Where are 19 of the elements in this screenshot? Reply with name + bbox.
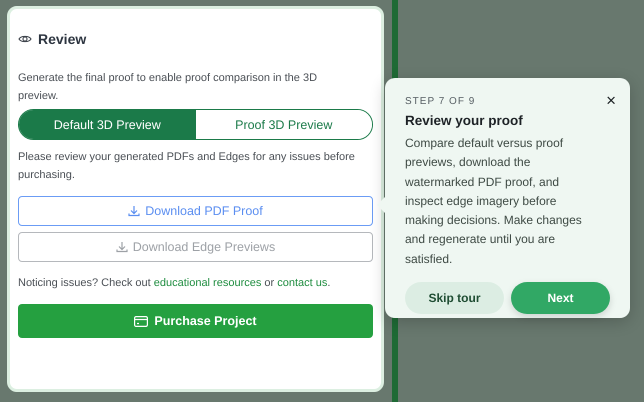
close-button[interactable]: × [606, 92, 616, 109]
preview-toggle-option[interactable]: Default 3D Preview [19, 110, 196, 139]
notice-text: Noticing issues? Check out educational resources or contact us. [18, 276, 332, 291]
tour-description: Compare default versus proof previews, download the watermarked PDF proof, and inspect edge imagery before making decisions. Make changes and regenerate until you are satisfied. [405, 135, 583, 268]
step-counter: STEP 7 OF 9 [405, 96, 476, 107]
skip-tour-button[interactable]: Skip tour [405, 282, 504, 314]
eye-icon [18, 34, 32, 44]
download-button[interactable]: Download PDF Proof [18, 196, 373, 226]
next-button[interactable]: Next [511, 282, 610, 314]
credit-card-icon [134, 316, 148, 326]
contact-link[interactable]: contact us [277, 277, 328, 289]
purchase-button[interactable]: Purchase Project [18, 304, 373, 338]
tour-title: Review your proof [405, 113, 524, 128]
download-icon [128, 205, 140, 217]
intro-text: Generate the final proof to enable proof comparison in the 3D preview. [18, 71, 318, 104]
instructions-text: Please review your generated PDFs and Edges for any issues before purchasing. [18, 150, 356, 183]
download-icon [116, 241, 128, 253]
resources-link[interactable]: educational resources [154, 277, 262, 289]
panel-title: Review [38, 31, 86, 47]
